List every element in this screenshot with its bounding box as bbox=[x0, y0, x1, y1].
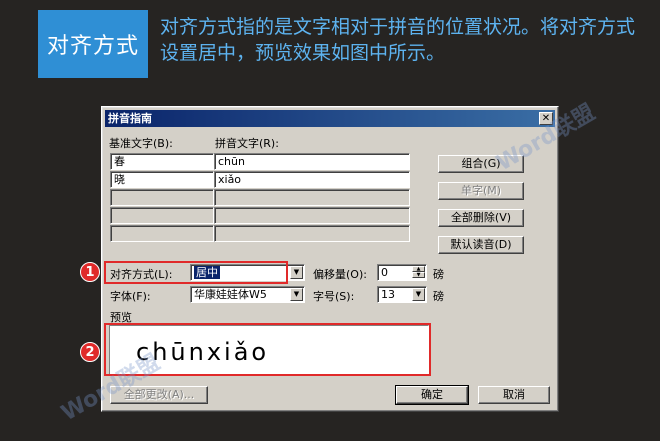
ruby-text-field-5[interactable] bbox=[214, 225, 410, 242]
dialog-title: 拼音指南 bbox=[108, 112, 152, 125]
size-value: 13 bbox=[381, 288, 395, 301]
annotation-box-1 bbox=[104, 261, 288, 284]
clear-all-button[interactable]: 全部删除(V) bbox=[438, 209, 524, 227]
chevron-down-icon[interactable]: ▼ bbox=[290, 266, 303, 279]
ok-button[interactable]: 确定 bbox=[395, 385, 469, 405]
chevron-down-icon[interactable]: ▼ bbox=[290, 288, 303, 301]
offset-spinner[interactable]: 0 ▲ ▼ bbox=[377, 264, 427, 281]
font-label: 字体(F): bbox=[110, 290, 151, 303]
offset-value: 0 bbox=[381, 266, 388, 279]
base-text-label: 基准文字(B): bbox=[109, 137, 173, 150]
size-label: 字号(S): bbox=[313, 290, 355, 303]
cancel-button[interactable]: 取消 bbox=[478, 386, 550, 404]
spinner-arrows-icon[interactable]: ▲ ▼ bbox=[412, 266, 425, 279]
default-reading-button[interactable]: 默认读音(D) bbox=[438, 236, 524, 254]
offset-label: 偏移量(O): bbox=[313, 268, 367, 281]
base-text-field-5[interactable] bbox=[110, 225, 214, 242]
chevron-down-icon[interactable]: ▼ bbox=[412, 288, 425, 301]
annotation-badge-2: 2 bbox=[80, 342, 100, 362]
mono-button[interactable]: 单字(M) bbox=[438, 182, 524, 200]
base-text-field-1[interactable]: 春 bbox=[110, 153, 214, 170]
ruby-text-field-3[interactable] bbox=[214, 189, 410, 206]
size-select[interactable]: 13 ▼ bbox=[377, 286, 427, 303]
base-text-field-3[interactable] bbox=[110, 189, 214, 206]
size-unit: 磅 bbox=[433, 290, 444, 303]
header-description: 对齐方式指的是文字相对于拼音的位置状况。将对齐方式设置居中，预览效果如图中所示。 bbox=[160, 16, 636, 64]
base-text-field-2[interactable]: 晓 bbox=[110, 171, 214, 188]
font-select[interactable]: 华康娃娃体W5 ▼ bbox=[190, 286, 305, 303]
base-text-field-4[interactable] bbox=[110, 207, 214, 224]
dialog-titlebar: 拼音指南 ✕ bbox=[105, 110, 555, 127]
ruby-text-label: 拼音文字(R): bbox=[215, 137, 279, 150]
offset-unit: 磅 bbox=[433, 268, 444, 281]
header-tag: 对齐方式 bbox=[38, 10, 148, 78]
font-value: 华康娃娃体W5 bbox=[194, 288, 267, 301]
ruby-text-field-2[interactable]: xiǎo bbox=[214, 171, 410, 188]
ruby-text-field-1[interactable]: chūn bbox=[214, 153, 410, 170]
ruby-text-field-4[interactable] bbox=[214, 207, 410, 224]
annotation-badge-1: 1 bbox=[80, 262, 100, 282]
